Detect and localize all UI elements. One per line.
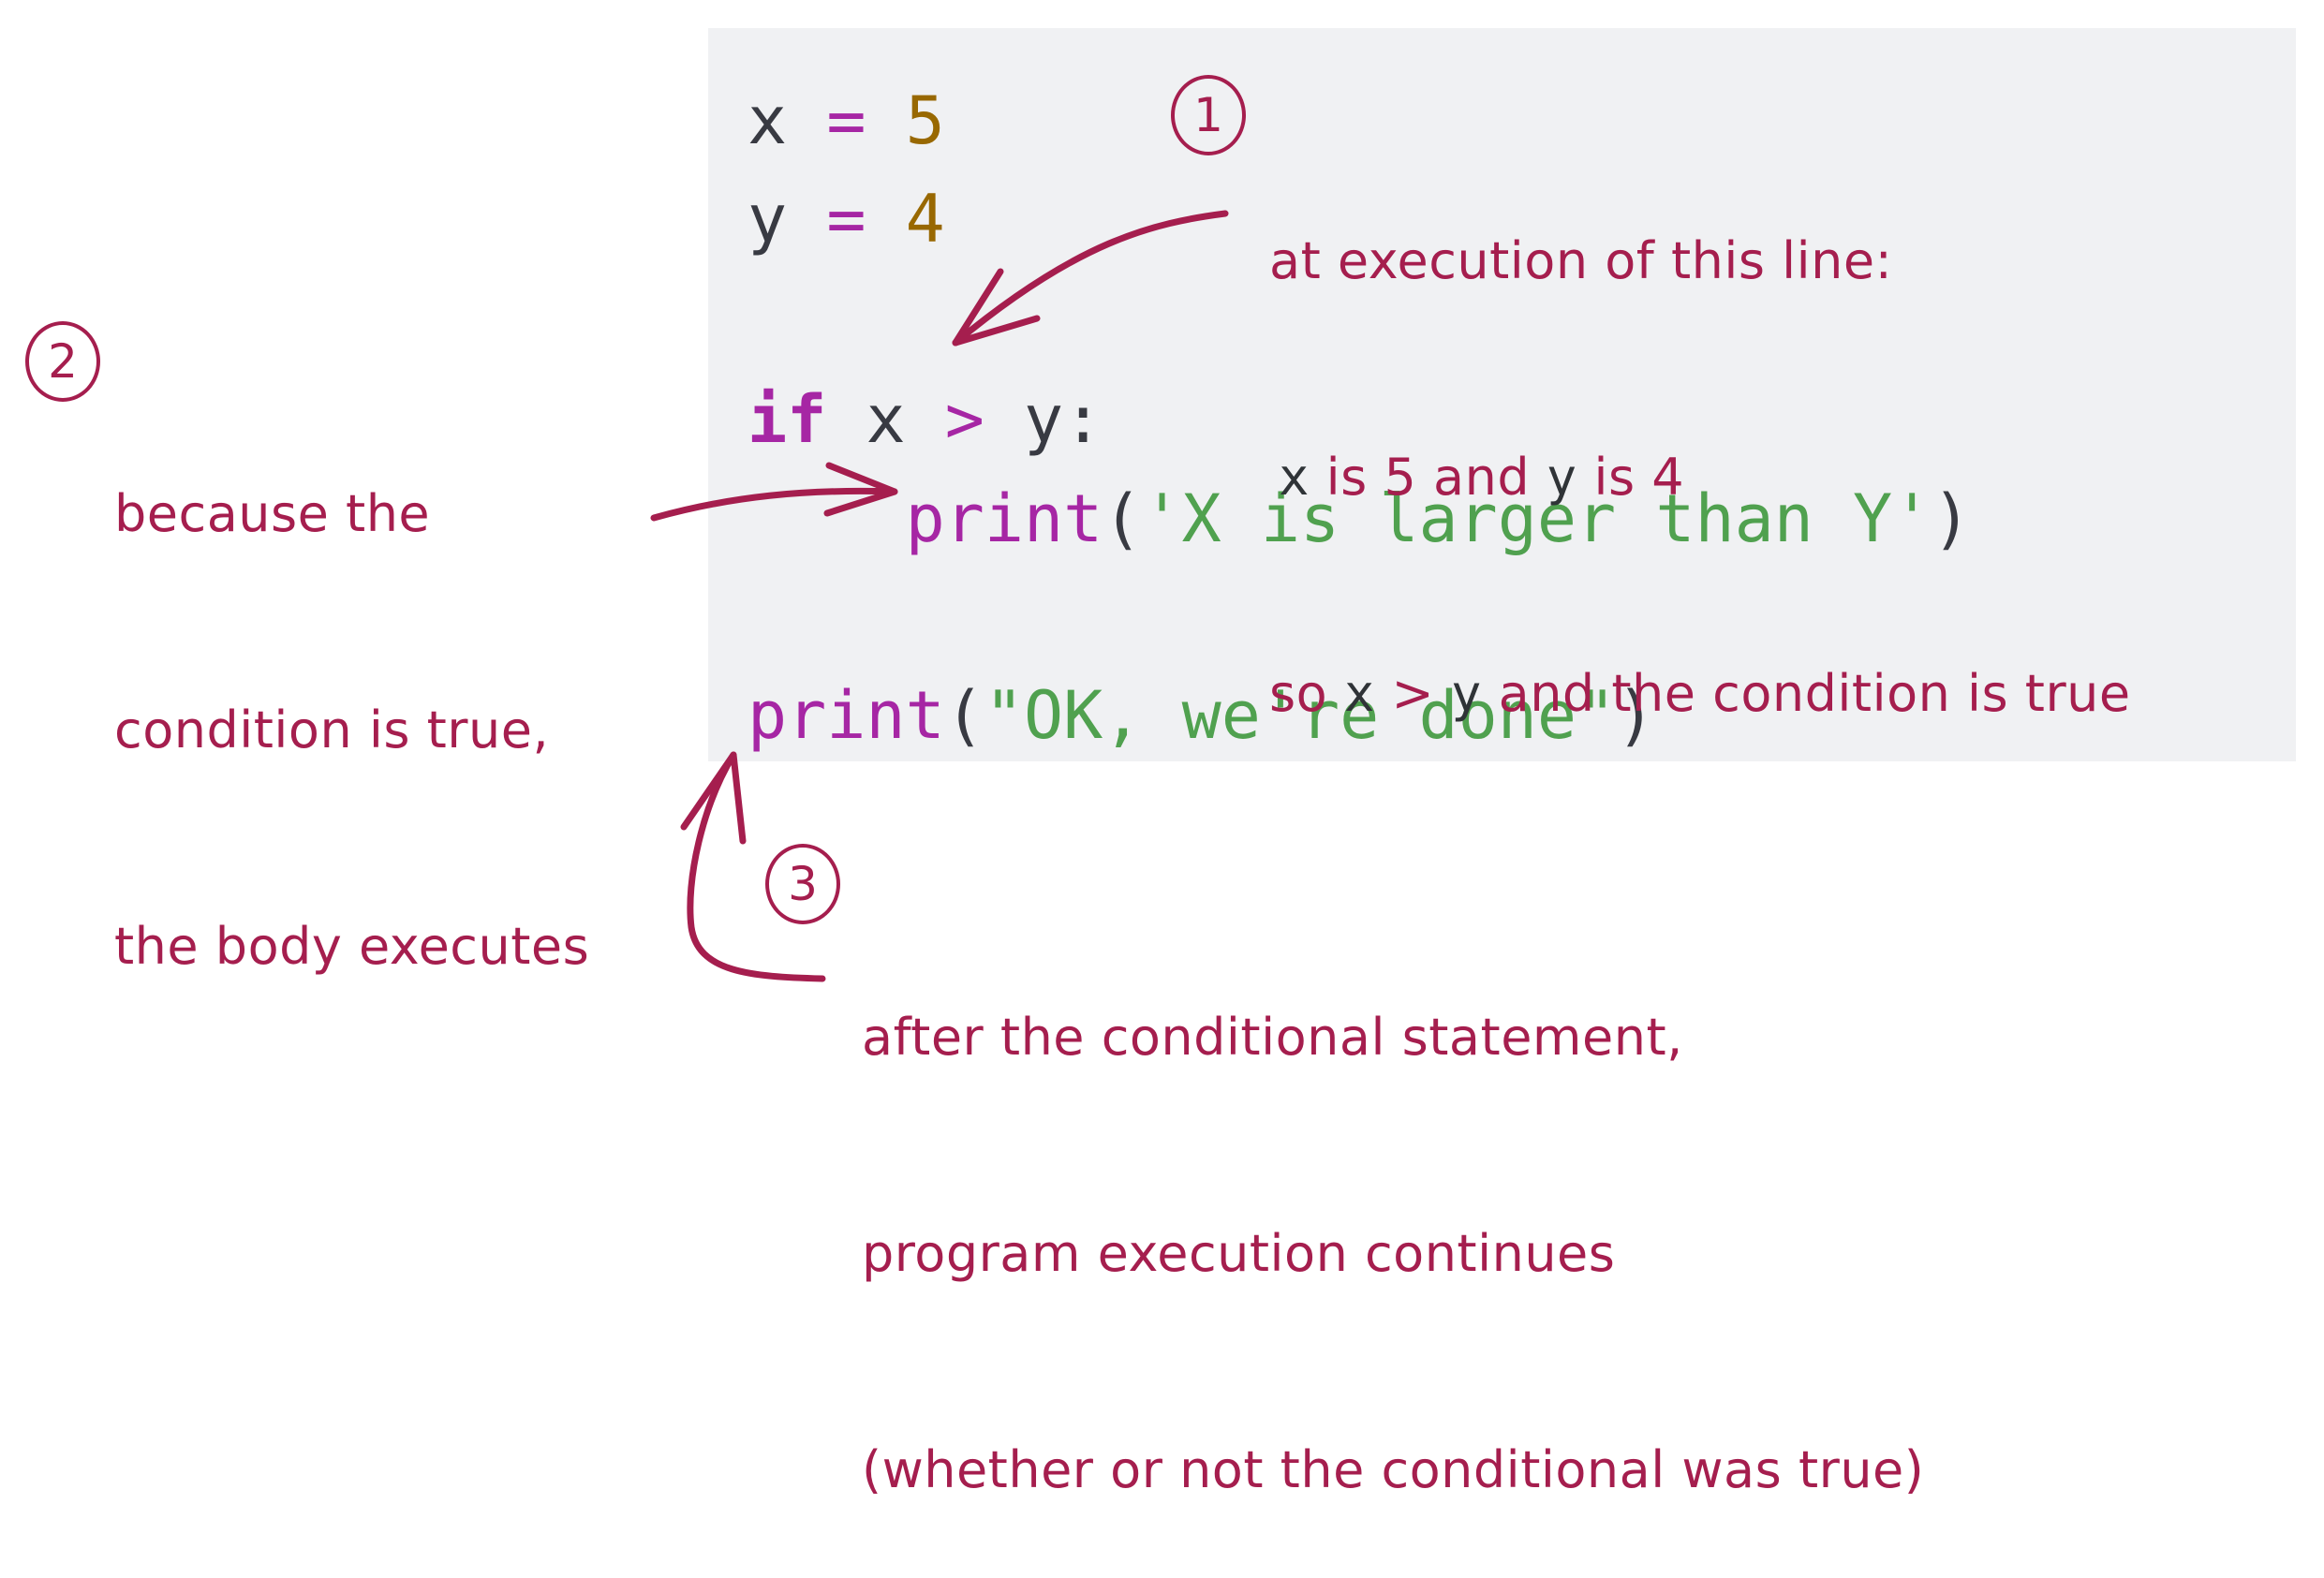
step-1-badge: 1 [1171, 75, 1246, 155]
annotation-3: after the conditional statement, program… [862, 857, 1924, 1578]
code-line-if-statement: if x > y: [748, 371, 1103, 469]
code-token-op: = [826, 181, 866, 258]
annotation-text: is 4 [1576, 448, 1685, 507]
code-token-fn: print [905, 480, 1103, 557]
code-token-var: y [748, 181, 788, 258]
code-token-var: y: [984, 381, 1103, 458]
code-token-var: x [748, 82, 788, 159]
annotation-3-line-1: after the conditional statement, [862, 1008, 1683, 1067]
annotation-text: is 5 and [1310, 448, 1547, 507]
code-token-var [866, 181, 905, 258]
inline-code-y: y [1450, 664, 1482, 723]
annotation-1: at execution of this line: x is 5 and y … [1269, 81, 2131, 802]
code-token-var [866, 82, 905, 159]
code-token-op: > [944, 381, 984, 458]
annotation-1-line-2: x is 5 and y is 4 [1269, 441, 2131, 513]
annotation-1-line-1: at execution of this line: [1269, 231, 1893, 290]
inline-operator: > [1374, 664, 1451, 723]
annotation-2: because the condition is true, the body … [114, 333, 589, 1054]
code-token-var [787, 82, 826, 159]
step-2-badge: 2 [25, 321, 100, 402]
code-token-punc: ( [1103, 480, 1143, 557]
annotation-text: so [1269, 664, 1344, 723]
code-line-assign-y: y = 4 [748, 170, 945, 269]
annotation-2-line-3: the body executes [114, 917, 590, 976]
annotation-1-line-3: so x > y and the condition is true [1269, 657, 2131, 730]
annotation-2-line-1: because the [114, 484, 431, 543]
code-token-op: = [826, 82, 866, 159]
code-token-kw: if [748, 381, 827, 458]
code-token-var [748, 480, 906, 557]
code-token-fn: print [748, 677, 945, 754]
code-token-var [787, 181, 826, 258]
annotation-text: and the condition is true [1481, 664, 2131, 723]
inline-code-x: x [1343, 664, 1375, 723]
annotation-2-line-2: condition is true, [114, 701, 550, 760]
step-3-badge: 3 [765, 844, 840, 924]
code-token-punc: ( [944, 677, 984, 754]
code-token-num: 5 [905, 82, 945, 159]
annotation-3-line-2: program execution continues [862, 1224, 1616, 1283]
code-line-assign-x: x = 5 [748, 72, 945, 170]
inline-code-x: x [1279, 448, 1310, 507]
annotation-3-line-3: (whether or not the conditional was true… [862, 1440, 1925, 1499]
code-token-var: x [826, 381, 945, 458]
code-token-num: 4 [905, 181, 945, 258]
inline-code-y: y [1546, 448, 1577, 507]
